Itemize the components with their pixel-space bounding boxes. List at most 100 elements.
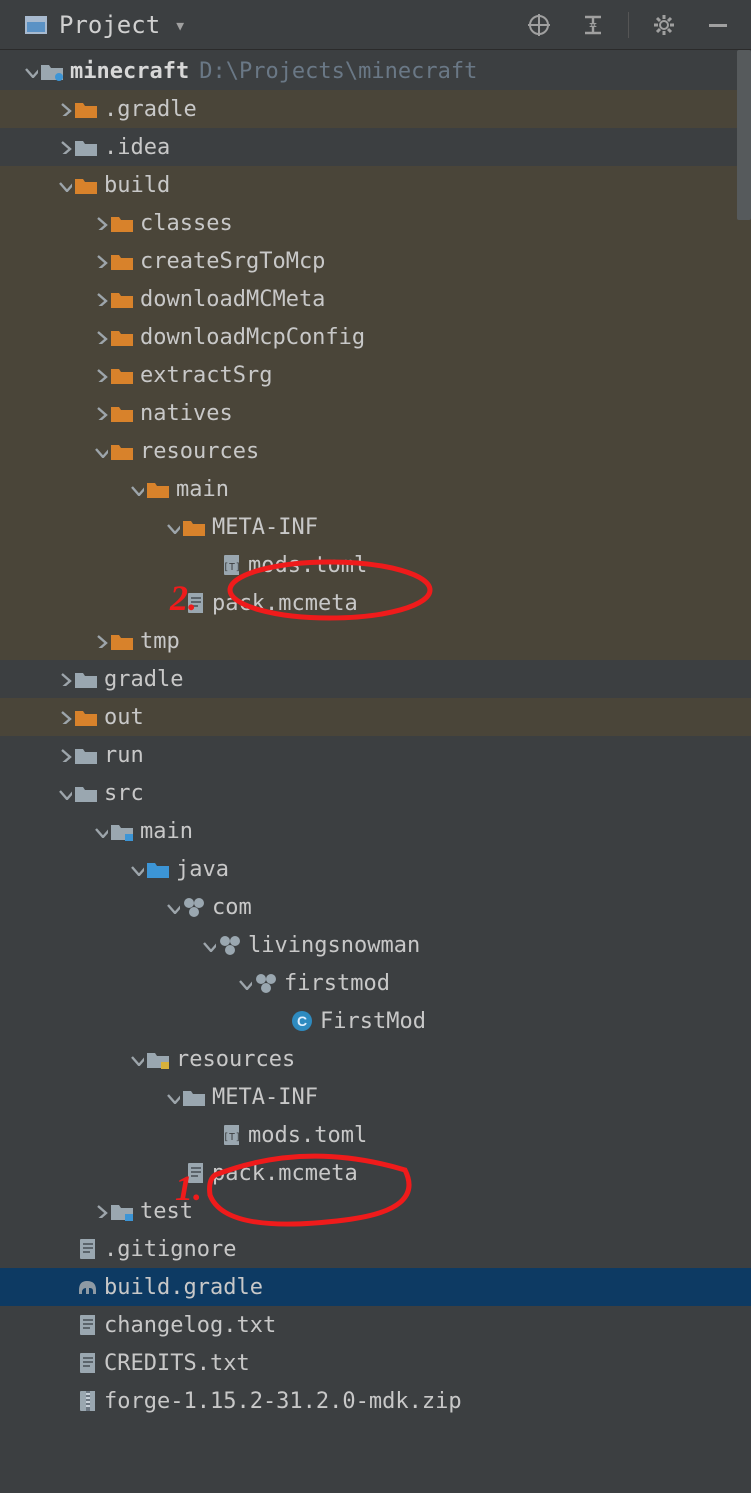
tree-item-forge-zip[interactable]: forge-1.15.2-31.2.0-mdk.zip [0, 1382, 751, 1420]
tree-label: downloadMCMeta [140, 287, 325, 312]
chevron-down-icon[interactable] [56, 784, 74, 802]
tree-label: createSrgToMcp [140, 249, 325, 274]
project-title[interactable]: Project [59, 11, 160, 39]
chevron-down-icon[interactable] [92, 822, 110, 840]
gradle-file-icon [74, 1277, 98, 1297]
module-icon [40, 61, 64, 81]
folder-icon [74, 745, 98, 765]
minimize-icon[interactable] [701, 8, 735, 42]
chevron-right-icon[interactable] [92, 328, 110, 346]
chevron-right-icon[interactable] [92, 290, 110, 308]
tree-label: build [104, 173, 170, 198]
tree-item-main-src[interactable]: main [0, 812, 751, 850]
source-folder-icon [146, 859, 170, 879]
tree-label: mods.toml [248, 553, 367, 578]
tree-item-packmcmeta-src[interactable]: pack.mcmeta [0, 1154, 751, 1192]
tree-label: CREDITS.txt [104, 1351, 250, 1376]
chevron-right-icon[interactable] [56, 708, 74, 726]
locate-icon[interactable] [522, 8, 556, 42]
tree-label: java [176, 857, 229, 882]
tree-label: src [104, 781, 144, 806]
tree-item-build-gradle[interactable]: build.gradle [0, 1268, 751, 1306]
folder-icon [110, 289, 134, 309]
tree-item-metainf-src[interactable]: META-INF [0, 1078, 751, 1116]
tree-item-modstoml-build[interactable]: mods.toml [0, 546, 751, 584]
chevron-right-icon[interactable] [92, 366, 110, 384]
tree-item-java[interactable]: java [0, 850, 751, 888]
chevron-down-icon[interactable] [22, 62, 40, 80]
gear-icon[interactable] [647, 8, 681, 42]
root-name: minecraft [70, 59, 189, 84]
chevron-right-icon[interactable] [92, 632, 110, 650]
tree-item-main-build[interactable]: main [0, 470, 751, 508]
folder-icon [110, 213, 134, 233]
tree-item-idea[interactable]: .idea [0, 128, 751, 166]
folder-icon [74, 137, 98, 157]
tree-item-gitignore[interactable]: .gitignore [0, 1230, 751, 1268]
tree-item-test[interactable]: test [0, 1192, 751, 1230]
zip-file-icon [74, 1391, 98, 1411]
class-icon [290, 1011, 314, 1031]
chevron-down-icon[interactable]: ▾ [174, 13, 186, 37]
chevron-down-icon[interactable] [164, 518, 182, 536]
chevron-down-icon[interactable] [200, 936, 218, 954]
project-tree[interactable]: minecraft D:\Projects\minecraft .gradle … [0, 50, 751, 1420]
tree-label: pack.mcmeta [212, 591, 358, 616]
tree-item-extractsrg[interactable]: extractSrg [0, 356, 751, 394]
chevron-down-icon[interactable] [236, 974, 254, 992]
chevron-right-icon[interactable] [56, 670, 74, 688]
tree-item-modstoml-src[interactable]: mods.toml [0, 1116, 751, 1154]
folder-icon [110, 327, 134, 347]
tree-label: resources [140, 439, 259, 464]
tree-item-livingsnowman[interactable]: livingsnowman [0, 926, 751, 964]
tree-item-metainf-build[interactable]: META-INF [0, 508, 751, 546]
tree-label: gradle [104, 667, 183, 692]
folder-icon [74, 175, 98, 195]
chevron-down-icon[interactable] [128, 860, 146, 878]
tree-item-natives[interactable]: natives [0, 394, 751, 432]
tree-item-downloadmcpconfig[interactable]: downloadMcpConfig [0, 318, 751, 356]
chevron-down-icon[interactable] [164, 898, 182, 916]
tree-item-tmp[interactable]: tmp [0, 622, 751, 660]
chevron-down-icon[interactable] [92, 442, 110, 460]
chevron-right-icon[interactable] [92, 404, 110, 422]
collapse-all-icon[interactable] [576, 8, 610, 42]
chevron-down-icon[interactable] [128, 480, 146, 498]
text-file-icon [74, 1315, 98, 1335]
tree-item-resources-build[interactable]: resources [0, 432, 751, 470]
tree-item-gradle[interactable]: gradle [0, 660, 751, 698]
tree-item-src[interactable]: src [0, 774, 751, 812]
scrollbar[interactable] [737, 50, 751, 220]
tree-item-credits[interactable]: CREDITS.txt [0, 1344, 751, 1382]
tree-label: livingsnowman [248, 933, 420, 958]
tree-item-createsrg[interactable]: createSrgToMcp [0, 242, 751, 280]
tree-item-packmcmeta-build[interactable]: pack.mcmeta [0, 584, 751, 622]
tree-item-downloadmcmeta[interactable]: downloadMCMeta [0, 280, 751, 318]
tree-item-gradle-dot[interactable]: .gradle [0, 90, 751, 128]
tree-item-build[interactable]: build [0, 166, 751, 204]
chevron-down-icon[interactable] [56, 176, 74, 194]
resources-folder-icon [146, 1049, 170, 1069]
folder-icon [74, 707, 98, 727]
chevron-down-icon[interactable] [164, 1088, 182, 1106]
tree-label: pack.mcmeta [212, 1161, 358, 1186]
folder-icon [146, 479, 170, 499]
project-icon [25, 16, 47, 34]
chevron-right-icon[interactable] [92, 252, 110, 270]
chevron-right-icon[interactable] [92, 1202, 110, 1220]
tree-item-firstmod-pkg[interactable]: firstmod [0, 964, 751, 1002]
chevron-right-icon[interactable] [56, 746, 74, 764]
tree-item-out[interactable]: out [0, 698, 751, 736]
tree-label: tmp [140, 629, 180, 654]
tree-item-run[interactable]: run [0, 736, 751, 774]
tree-item-classes[interactable]: classes [0, 204, 751, 242]
tree-item-changelog[interactable]: changelog.txt [0, 1306, 751, 1344]
chevron-right-icon[interactable] [92, 214, 110, 232]
chevron-right-icon[interactable] [56, 100, 74, 118]
tree-item-resources-src[interactable]: resources [0, 1040, 751, 1078]
chevron-right-icon[interactable] [56, 138, 74, 156]
chevron-down-icon[interactable] [128, 1050, 146, 1068]
tree-item-firstmod-class[interactable]: FirstMod [0, 1002, 751, 1040]
tree-root[interactable]: minecraft D:\Projects\minecraft [0, 52, 751, 90]
tree-item-com[interactable]: com [0, 888, 751, 926]
